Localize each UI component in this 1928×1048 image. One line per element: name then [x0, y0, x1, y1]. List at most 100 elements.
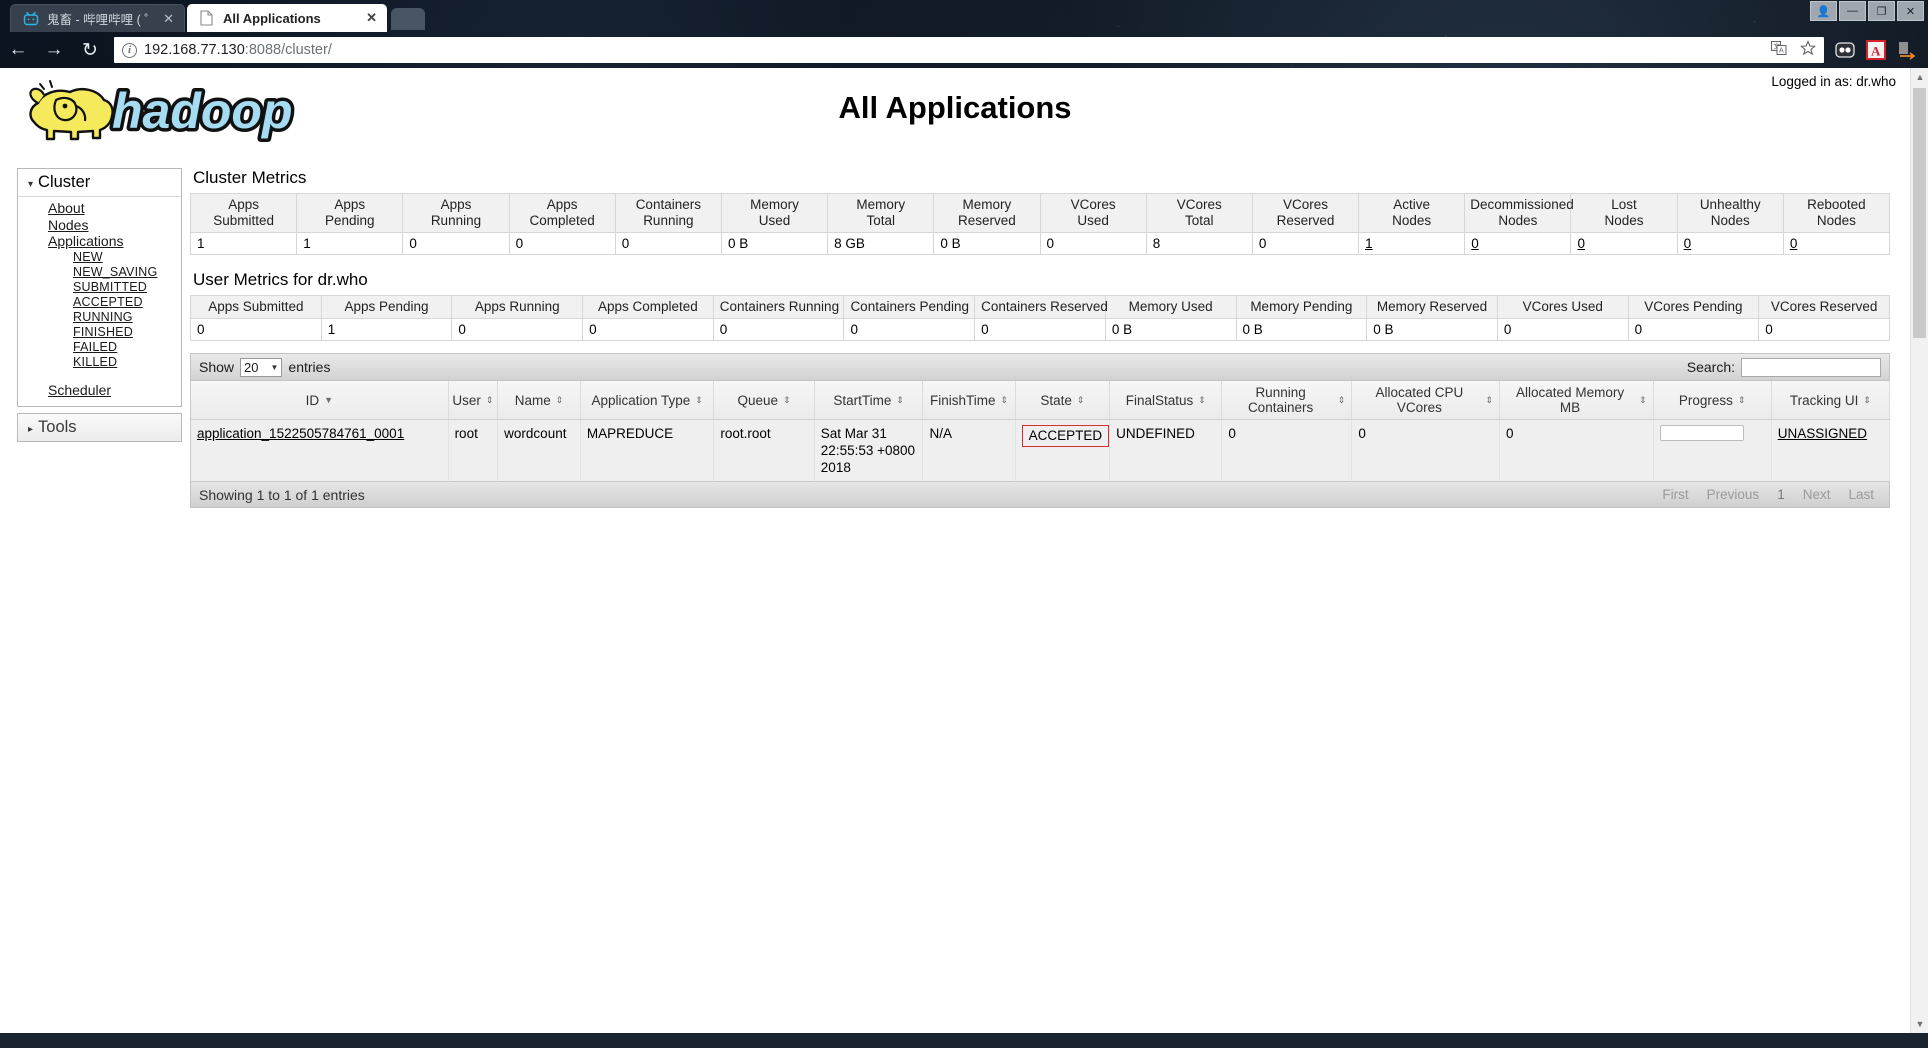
- val-decommissioned-nodes[interactable]: 0: [1464, 232, 1572, 255]
- metric-value-link[interactable]: 0: [1684, 236, 1692, 251]
- cell-tracking-ui[interactable]: UNASSIGNED: [1771, 419, 1891, 482]
- cell-text: 0: [1228, 426, 1236, 441]
- col-label: VCores Reserved: [1276, 197, 1335, 228]
- sidebar-cluster-header[interactable]: ▾ Cluster: [18, 169, 181, 197]
- sidebar-tools-block[interactable]: ▸ Tools: [17, 413, 182, 442]
- sidebar-item-accepted[interactable]: ACCEPTED: [18, 295, 181, 310]
- metric-value-link[interactable]: 0: [1471, 236, 1479, 251]
- new-tab-button[interactable]: [391, 8, 425, 30]
- th-allocated-memory-mb[interactable]: Allocated Memory MB ⇕: [1499, 381, 1654, 420]
- close-button[interactable]: ✕: [1897, 1, 1924, 21]
- tab-close-icon[interactable]: ✕: [163, 11, 174, 27]
- application-id-link[interactable]: application_1522505784761_0001: [197, 426, 404, 441]
- scroll-up-arrow-icon[interactable]: ▲: [1911, 68, 1928, 86]
- th-progress[interactable]: Progress ⇕: [1653, 381, 1772, 420]
- th-finalstatus[interactable]: FinalStatus ⇕: [1109, 381, 1223, 420]
- col-label: Apps Completed: [598, 299, 698, 314]
- sidebar-item-running[interactable]: RUNNING: [18, 310, 181, 325]
- metric-value: 0: [589, 322, 597, 337]
- profile-button[interactable]: 👤: [1810, 1, 1837, 21]
- minimize-button[interactable]: —: [1839, 1, 1866, 21]
- ucol-vcores-used: VCores Used: [1496, 295, 1629, 319]
- scrollbar-thumb[interactable]: [1913, 88, 1926, 338]
- val-apps-pending: 1: [296, 232, 404, 255]
- cell-id[interactable]: application_1522505784761_0001: [190, 419, 449, 482]
- cell-finalstatus: UNDEFINED: [1109, 419, 1223, 482]
- sidebar-item-applications[interactable]: Applications: [18, 233, 181, 250]
- th-queue[interactable]: Queue ⇕: [713, 381, 815, 420]
- browser-tab-all-applications[interactable]: All Applications ✕: [187, 4, 387, 32]
- page-next-button[interactable]: Next: [1794, 485, 1840, 504]
- th-state[interactable]: State ⇕: [1015, 381, 1111, 420]
- metric-value: 0: [458, 322, 466, 337]
- search-input[interactable]: [1741, 357, 1881, 377]
- page-first-button[interactable]: First: [1653, 485, 1697, 504]
- tab-close-icon[interactable]: ✕: [366, 10, 377, 26]
- th-application-type[interactable]: Application Type ⇕: [580, 381, 715, 420]
- val-active-nodes[interactable]: 1: [1358, 232, 1466, 255]
- lastpass-extension-icon[interactable]: [1834, 39, 1856, 61]
- address-bar[interactable]: i 192.168.77.130:8088/cluster/ 文A: [114, 37, 1824, 63]
- browser-tab-bilibili[interactable]: 鬼畜 - 哔哩哔哩 ( ゜- ゜)つ ✕: [10, 4, 185, 32]
- metric-value: 0 B: [940, 236, 961, 251]
- sort-both-icon: ⇕: [1198, 395, 1206, 405]
- site-info-icon[interactable]: i: [122, 42, 137, 58]
- back-button[interactable]: ←: [0, 32, 36, 68]
- ucol-containers-reserved: Containers Reserved: [974, 295, 1108, 319]
- th-allocated-cpu-vcores[interactable]: Allocated CPU VCores ⇕: [1351, 381, 1501, 420]
- sidebar-item-about[interactable]: About: [18, 200, 181, 217]
- metric-value-link[interactable]: 0: [1577, 236, 1585, 251]
- sort-both-icon: ⇕: [783, 395, 791, 405]
- star-icon[interactable]: [1799, 40, 1817, 60]
- scroll-down-arrow-icon[interactable]: ▼: [1911, 1015, 1928, 1033]
- uval-containers-running: 0: [712, 318, 845, 341]
- tracking-ui-link[interactable]: UNASSIGNED: [1778, 426, 1867, 441]
- metric-value-link[interactable]: 0: [1790, 236, 1798, 251]
- val-lost-nodes[interactable]: 0: [1570, 232, 1678, 255]
- cluster-metrics-value-row: 1 1 0 0 0 0 B 8 GB 0 B 0 8 0 1 0 0 0 0: [189, 232, 1891, 255]
- sidebar-item-new-saving[interactable]: NEW_SAVING: [18, 265, 181, 280]
- datatable-search: Search:: [1687, 357, 1881, 377]
- sort-both-icon: ⇕: [555, 395, 564, 405]
- th-user[interactable]: User ⇕: [448, 381, 499, 420]
- sidebar-item-nodes[interactable]: Nodes: [18, 217, 181, 234]
- sidebar-item-killed[interactable]: KILLED: [18, 355, 181, 370]
- th-name[interactable]: Name ⇕: [497, 381, 581, 420]
- col-vcores-used: VCores Used: [1039, 193, 1147, 233]
- user-metrics-table: Apps Submitted Apps Pending Apps Running…: [190, 295, 1890, 341]
- translate-icon[interactable]: 文A: [1771, 40, 1787, 60]
- th-running-containers[interactable]: Running Containers ⇕: [1221, 381, 1353, 420]
- page-previous-button[interactable]: Previous: [1698, 485, 1769, 504]
- page-length-select[interactable]: 20 ▼: [240, 357, 283, 377]
- cell-progress: [1653, 419, 1772, 482]
- val-rebooted-nodes[interactable]: 0: [1782, 232, 1891, 255]
- th-tracking-ui[interactable]: Tracking UI ⇕: [1771, 381, 1891, 420]
- download-extension-icon[interactable]: [1896, 39, 1918, 61]
- metric-value-link[interactable]: 1: [1365, 236, 1373, 251]
- sidebar-item-failed[interactable]: FAILED: [18, 340, 181, 355]
- page-number-1[interactable]: 1: [1768, 485, 1794, 504]
- page-last-button[interactable]: Last: [1839, 485, 1883, 504]
- th-starttime[interactable]: StartTime ⇕: [814, 381, 924, 420]
- adobe-acrobat-extension-icon[interactable]: A: [1865, 39, 1887, 61]
- window-controls: 👤 — ❐ ✕: [1810, 1, 1924, 21]
- sidebar-item-finished[interactable]: FINISHED: [18, 325, 181, 340]
- maximize-button[interactable]: ❐: [1868, 1, 1895, 21]
- reload-button[interactable]: ↻: [72, 32, 108, 68]
- th-finishtime[interactable]: FinishTime ⇕: [922, 381, 1016, 420]
- page-length-value: 20: [244, 359, 259, 375]
- page-scrollbar[interactable]: ▲ ▼: [1910, 68, 1928, 1033]
- ucol-vcores-pending: VCores Pending: [1627, 295, 1760, 319]
- cluster-metrics-table: Apps Submitted Apps Pending Apps Running Ap…: [189, 193, 1891, 255]
- sidebar-item-scheduler[interactable]: Scheduler: [18, 382, 181, 399]
- ucol-memory-used: Memory Used: [1104, 295, 1237, 319]
- forward-button[interactable]: →: [36, 32, 72, 68]
- url-host: 192.168.77.130: [144, 42, 245, 58]
- sidebar-item-submitted[interactable]: SUBMITTED: [18, 280, 181, 295]
- th-id[interactable]: ID ▼: [190, 381, 449, 420]
- col-label: Apps Running: [474, 299, 560, 314]
- cell-application-type: MAPREDUCE: [580, 419, 715, 482]
- val-unhealthy-nodes[interactable]: 0: [1676, 232, 1784, 255]
- th-label: State: [1040, 392, 1072, 408]
- sidebar-item-new[interactable]: NEW: [18, 250, 181, 265]
